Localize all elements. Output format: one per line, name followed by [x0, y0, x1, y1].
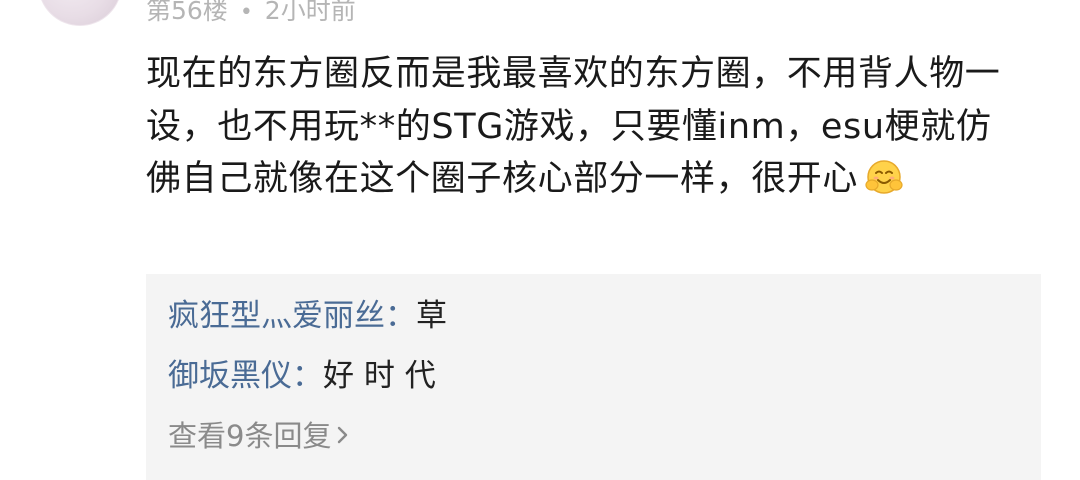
reply-username[interactable]: 疯狂型灬爱丽丝：	[168, 298, 416, 334]
comment-meta: 第56楼 • 2小时前	[146, 0, 356, 28]
reply-item[interactable]: 御坂黑仪：好 时 代	[168, 356, 436, 396]
reply-text: 好 时 代	[323, 358, 436, 394]
view-more-replies-link[interactable]: 查看9条回复	[168, 416, 351, 457]
reply-item[interactable]: 疯狂型灬爱丽丝：草	[168, 296, 447, 336]
comment-item: 第56楼 • 2小时前 现在的东方圈反而是我最喜欢的东方圈，不用背人物一设，也不用玩…	[0, 0, 1080, 480]
meta-separator: •	[239, 0, 253, 25]
floor-number: 第56楼	[146, 0, 228, 25]
view-more-label: 查看9条回复	[168, 419, 332, 453]
avatar[interactable]	[38, 0, 122, 26]
reply-text: 草	[416, 298, 447, 334]
smiling-face-with-hands-icon	[864, 156, 904, 212]
chevron-right-icon	[335, 417, 351, 457]
reply-username[interactable]: 御坂黑仪：	[168, 358, 323, 394]
comment-time: 2小时前	[264, 0, 356, 25]
comment-body[interactable]: 现在的东方圈反而是我最喜欢的东方圈，不用背人物一设，也不用玩**的STG游戏，只…	[146, 48, 1026, 212]
reply-preview-box[interactable]: 疯狂型灬爱丽丝：草 御坂黑仪：好 时 代 查看9条回复	[146, 274, 1041, 480]
